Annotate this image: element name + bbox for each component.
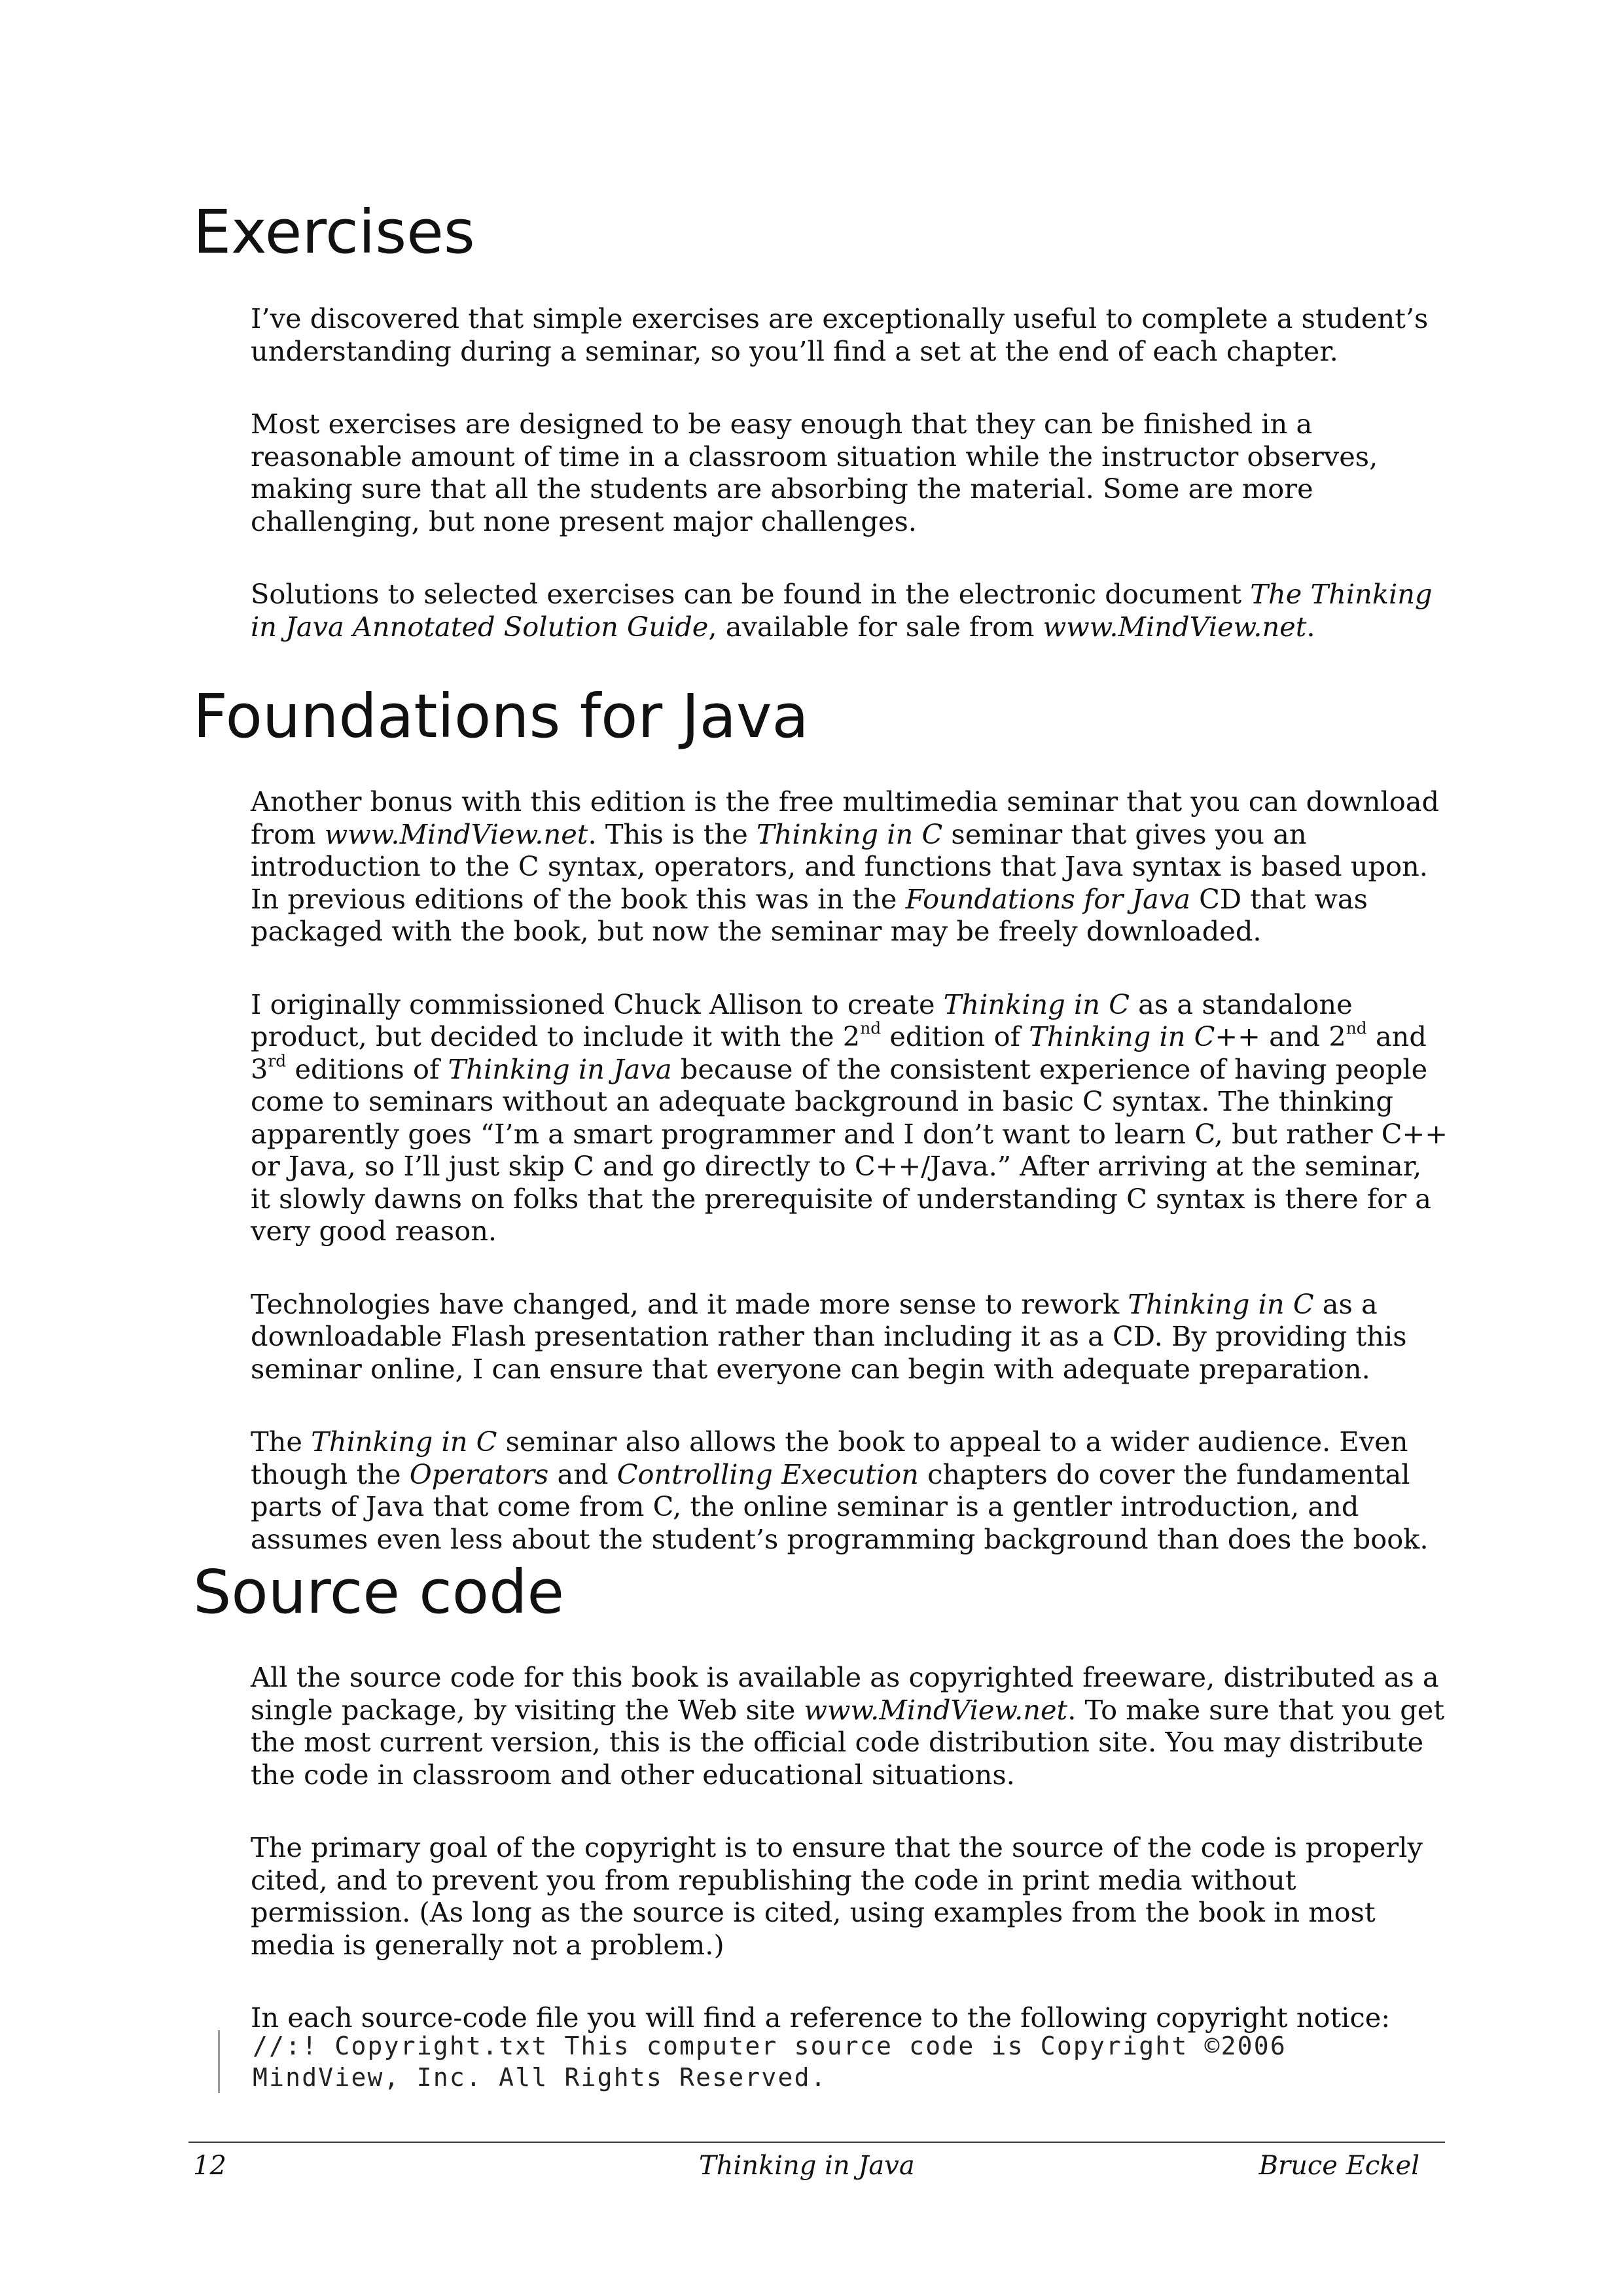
paragraph: The Thinking in C seminar also allows th… [251,1426,1448,1555]
code-line: //:! Copyright.txt This computer source … [253,2032,1287,2060]
text-run: Technologies have changed, and it made m… [251,1287,1128,1320]
title-italic: Thinking in C++ [1029,1020,1260,1052]
paragraph: Solutions to selected exercises can be f… [251,578,1448,643]
ordinal-suffix: rd [268,1050,287,1070]
paragraph: Technologies have changed, and it made m… [251,1288,1448,1386]
title-italic: Foundations for Java [905,882,1190,915]
text-run: . This is the [588,817,757,850]
document-page: Exercises I’ve discovered that simple ex… [0,0,1623,2296]
footer-page-number: 12 [193,2151,226,2181]
ordinal-suffix: nd [860,1018,882,1038]
website-link-text: www.MindView.net [804,1693,1068,1726]
text-run: , available for sale from [708,610,1043,643]
footer-author: Bruce Eckel [1258,2151,1419,2181]
copyright-code-block: //:! Copyright.txt This computer source … [218,2030,1496,2093]
paragraph: The primary goal of the copyright is to … [251,1831,1423,1961]
text-run: and [548,1458,617,1490]
heading-foundations-for-java: Foundations for Java [193,681,809,751]
code-line: MindView, Inc. All Rights Reserved. [253,2063,827,2092]
footer-book-title: Thinking in Java [699,2151,915,2181]
chapter-title-italic: Controlling Execution [616,1458,919,1490]
title-italic: Thinking in C [756,817,943,850]
paragraph: I originally commissioned Chuck Allison … [251,988,1448,1247]
title-italic: Thinking in C [1128,1287,1314,1320]
website-link-text: www.MindView.net [1043,610,1307,643]
text-run: edition of [881,1020,1029,1052]
paragraph: Most exercises are designed to be easy e… [251,408,1378,537]
heading-source-code: Source code [193,1557,565,1627]
text-run: The [251,1426,312,1458]
section-source-code-body: All the source code for this book is ava… [251,1661,1448,2034]
section-foundations-body: Another bonus with this edition is the f… [251,785,1448,1555]
paragraph: I’ve discovered that simple exercises ar… [251,302,1429,367]
heading-exercises: Exercises [193,197,475,267]
text-run: and 2 [1260,1020,1346,1052]
text-run: . [1306,610,1315,643]
text-run: editions of [286,1052,448,1085]
footer-divider [188,2142,1445,2143]
website-link-text: www.MindView.net [324,817,588,850]
paragraph: In each source-code file you will find a… [251,2001,1391,2034]
section-exercises-body: I’ve discovered that simple exercises ar… [251,302,1448,643]
title-italic: Thinking in C [311,1426,497,1458]
title-italic: Thinking in Java [448,1052,672,1085]
title-italic: Thinking in C [943,988,1130,1020]
chapter-title-italic: Operators [409,1458,549,1490]
text-run: I originally commissioned Chuck Allison … [251,988,944,1020]
paragraph: All the source code for this book is ava… [251,1661,1448,1791]
ordinal-suffix: nd [1346,1018,1367,1038]
text-run: Solutions to selected exercises can be f… [251,578,1251,610]
paragraph: Another bonus with this edition is the f… [251,785,1448,948]
